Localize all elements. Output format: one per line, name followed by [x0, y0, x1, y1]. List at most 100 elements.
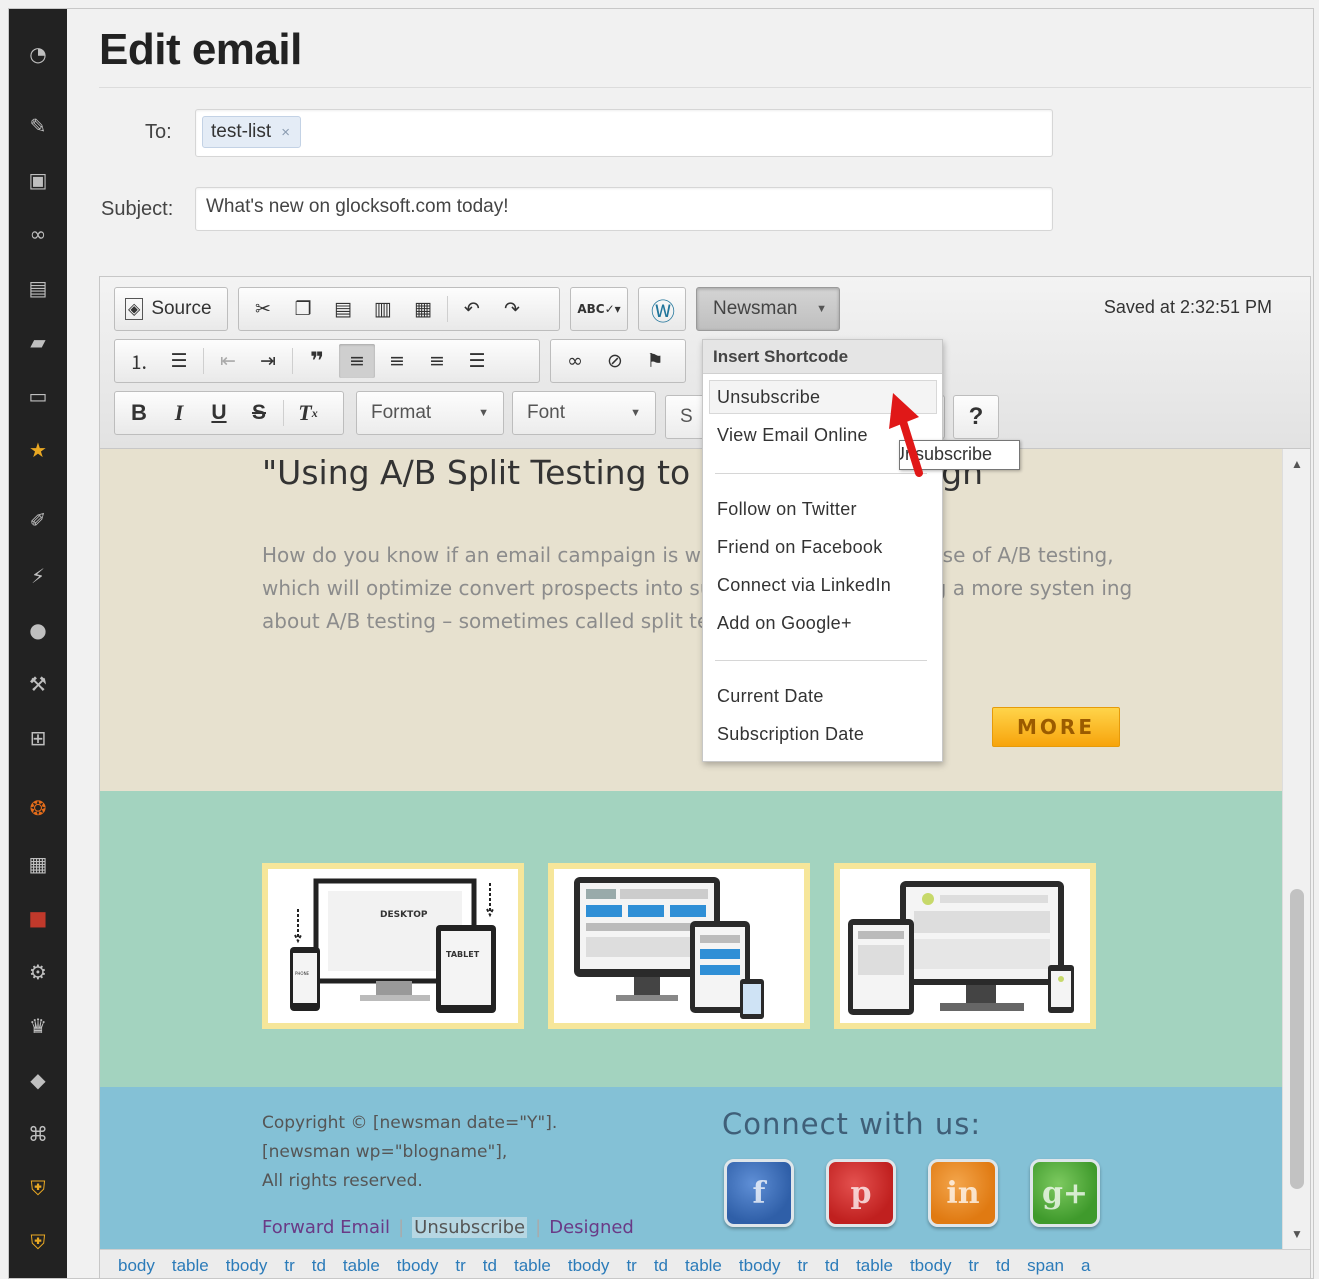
- editor-scrollbar[interactable]: ▲ ▼: [1282, 449, 1310, 1249]
- align-center-icon[interactable]: ≡: [379, 344, 415, 378]
- wordpress-icon[interactable]: Ⓦ: [645, 292, 681, 326]
- path-crumb[interactable]: tr: [455, 1256, 465, 1276]
- menu-item-view-online[interactable]: View Email Online: [717, 425, 868, 446]
- gear-icon[interactable]: ⚙: [23, 957, 53, 987]
- menu-item-googleplus[interactable]: Add on Google+: [717, 613, 852, 634]
- menu-item-twitter[interactable]: Follow on Twitter: [717, 499, 857, 520]
- recipient-tag[interactable]: test-list ×: [202, 116, 301, 148]
- path-crumb[interactable]: table: [514, 1256, 551, 1276]
- scroll-down-icon[interactable]: ▼: [1283, 1221, 1310, 1247]
- spellcheck-icon[interactable]: ABC ✓▾: [577, 292, 621, 326]
- forms-icon[interactable]: ▦: [23, 849, 53, 879]
- comments-icon[interactable]: ▰: [23, 327, 53, 357]
- facebook-icon[interactable]: f: [724, 1159, 794, 1227]
- appearance-icon[interactable]: ✐: [23, 505, 53, 535]
- menu-item-facebook[interactable]: Friend on Facebook: [717, 537, 883, 558]
- path-crumb[interactable]: body: [118, 1256, 155, 1276]
- media-icon[interactable]: ▣: [23, 165, 53, 195]
- path-crumb[interactable]: tbody: [739, 1256, 781, 1276]
- cut-icon[interactable]: ✂: [245, 292, 281, 326]
- linkedin-icon[interactable]: in: [928, 1159, 998, 1227]
- path-crumb[interactable]: td: [825, 1256, 839, 1276]
- path-crumb[interactable]: table: [856, 1256, 893, 1276]
- wp-icon[interactable]: ■: [23, 903, 53, 933]
- italic-button[interactable]: I: [161, 396, 197, 430]
- designed-link[interactable]: Designed: [549, 1217, 634, 1238]
- menu-item-linkedin[interactable]: Connect via LinkedIn: [717, 575, 891, 596]
- more-button[interactable]: MORE: [992, 707, 1120, 747]
- path-crumb[interactable]: td: [483, 1256, 497, 1276]
- shield-icon-2[interactable]: ⛨: [23, 1227, 53, 1257]
- plugins-icon[interactable]: ⚡: [23, 561, 53, 591]
- path-crumb[interactable]: tbody: [226, 1256, 268, 1276]
- pages-icon[interactable]: ▤: [23, 273, 53, 303]
- remove-tag-icon[interactable]: ×: [281, 124, 290, 141]
- justify-icon[interactable]: ☰: [459, 344, 495, 378]
- font-dropdown[interactable]: Font ▼: [512, 391, 656, 435]
- star-icon[interactable]: ★: [23, 435, 53, 465]
- format-dropdown[interactable]: Format ▼: [356, 391, 504, 435]
- path-crumb[interactable]: span: [1027, 1256, 1064, 1276]
- indent-icon[interactable]: ⇥: [250, 344, 286, 378]
- help-button[interactable]: ?: [953, 395, 999, 439]
- settings-icon[interactable]: ⊞: [23, 723, 53, 753]
- menu-item-unsubscribe[interactable]: Unsubscribe: [717, 387, 820, 408]
- anchor-flag-icon[interactable]: ⚑: [637, 344, 673, 378]
- box-icon[interactable]: ◆: [23, 1065, 53, 1095]
- links-icon[interactable]: ∞: [23, 219, 53, 249]
- googleplus-icon[interactable]: g+: [1030, 1159, 1100, 1227]
- forward-email-link[interactable]: Forward Email: [262, 1217, 390, 1238]
- copy-icon[interactable]: ❐: [285, 292, 321, 326]
- path-crumb[interactable]: td: [312, 1256, 326, 1276]
- users-icon[interactable]: ●: [23, 615, 53, 645]
- outdent-icon[interactable]: ⇤: [210, 344, 246, 378]
- to-field[interactable]: test-list ×: [195, 109, 1053, 157]
- link-icon[interactable]: ∞: [557, 344, 593, 378]
- path-crumb[interactable]: tbody: [397, 1256, 439, 1276]
- numbered-list-icon[interactable]: ⒈: [121, 344, 157, 378]
- newsman-icon[interactable]: ❂: [23, 793, 53, 823]
- path-crumb[interactable]: a: [1081, 1256, 1090, 1276]
- scroll-up-icon[interactable]: ▲: [1283, 451, 1310, 477]
- paste-word-icon[interactable]: ▦: [405, 292, 441, 326]
- path-crumb[interactable]: td: [996, 1256, 1010, 1276]
- path-crumb[interactable]: tbody: [910, 1256, 952, 1276]
- path-crumb[interactable]: table: [685, 1256, 722, 1276]
- path-crumb[interactable]: tr: [284, 1256, 294, 1276]
- tools-icon[interactable]: ⚒: [23, 669, 53, 699]
- align-right-icon[interactable]: ≡: [419, 344, 455, 378]
- unlink-icon[interactable]: ⊘: [597, 344, 633, 378]
- menu-item-current-date[interactable]: Current Date: [717, 686, 824, 707]
- subject-field[interactable]: What's new on glocksoft.com today!: [195, 187, 1053, 231]
- scroll-thumb[interactable]: [1290, 889, 1304, 1189]
- path-crumb[interactable]: tr: [626, 1256, 636, 1276]
- path-crumb[interactable]: table: [343, 1256, 380, 1276]
- paste-icon[interactable]: ▤: [325, 292, 361, 326]
- email-body[interactable]: "Using A/B Split Testing to C mail Campa…: [100, 449, 1282, 1249]
- bulleted-list-icon[interactable]: ☰: [161, 344, 197, 378]
- unsubscribe-link[interactable]: Unsubscribe: [412, 1217, 528, 1238]
- blockquote-icon[interactable]: ❞: [299, 344, 335, 378]
- menu-item-subscription-date[interactable]: Subscription Date: [717, 724, 864, 745]
- newsman-dropdown-button[interactable]: Newsman ▼: [696, 287, 840, 331]
- path-crumb[interactable]: tbody: [568, 1256, 610, 1276]
- command-icon[interactable]: ⌘: [23, 1119, 53, 1149]
- path-crumb[interactable]: tr: [797, 1256, 807, 1276]
- path-crumb[interactable]: td: [654, 1256, 668, 1276]
- path-crumb[interactable]: tr: [969, 1256, 979, 1276]
- shield-icon[interactable]: ⛨: [23, 1173, 53, 1203]
- path-crumb[interactable]: table: [172, 1256, 209, 1276]
- underline-button[interactable]: U: [201, 396, 237, 430]
- remove-format-icon[interactable]: Tx: [290, 396, 326, 430]
- source-button[interactable]: ◈ Source: [121, 292, 216, 326]
- crown-icon[interactable]: ♛: [23, 1011, 53, 1041]
- pinterest-icon[interactable]: p: [826, 1159, 896, 1227]
- strikethrough-button[interactable]: S: [241, 396, 277, 430]
- bold-button[interactable]: B: [121, 396, 157, 430]
- align-left-icon[interactable]: ≡: [339, 344, 375, 378]
- dashboard-icon[interactable]: ◔: [23, 39, 53, 69]
- undo-icon[interactable]: ↶: [454, 292, 490, 326]
- feedback-icon[interactable]: ▭: [23, 381, 53, 411]
- redo-icon[interactable]: ↷: [494, 292, 530, 326]
- pin-icon[interactable]: ✎: [23, 111, 53, 141]
